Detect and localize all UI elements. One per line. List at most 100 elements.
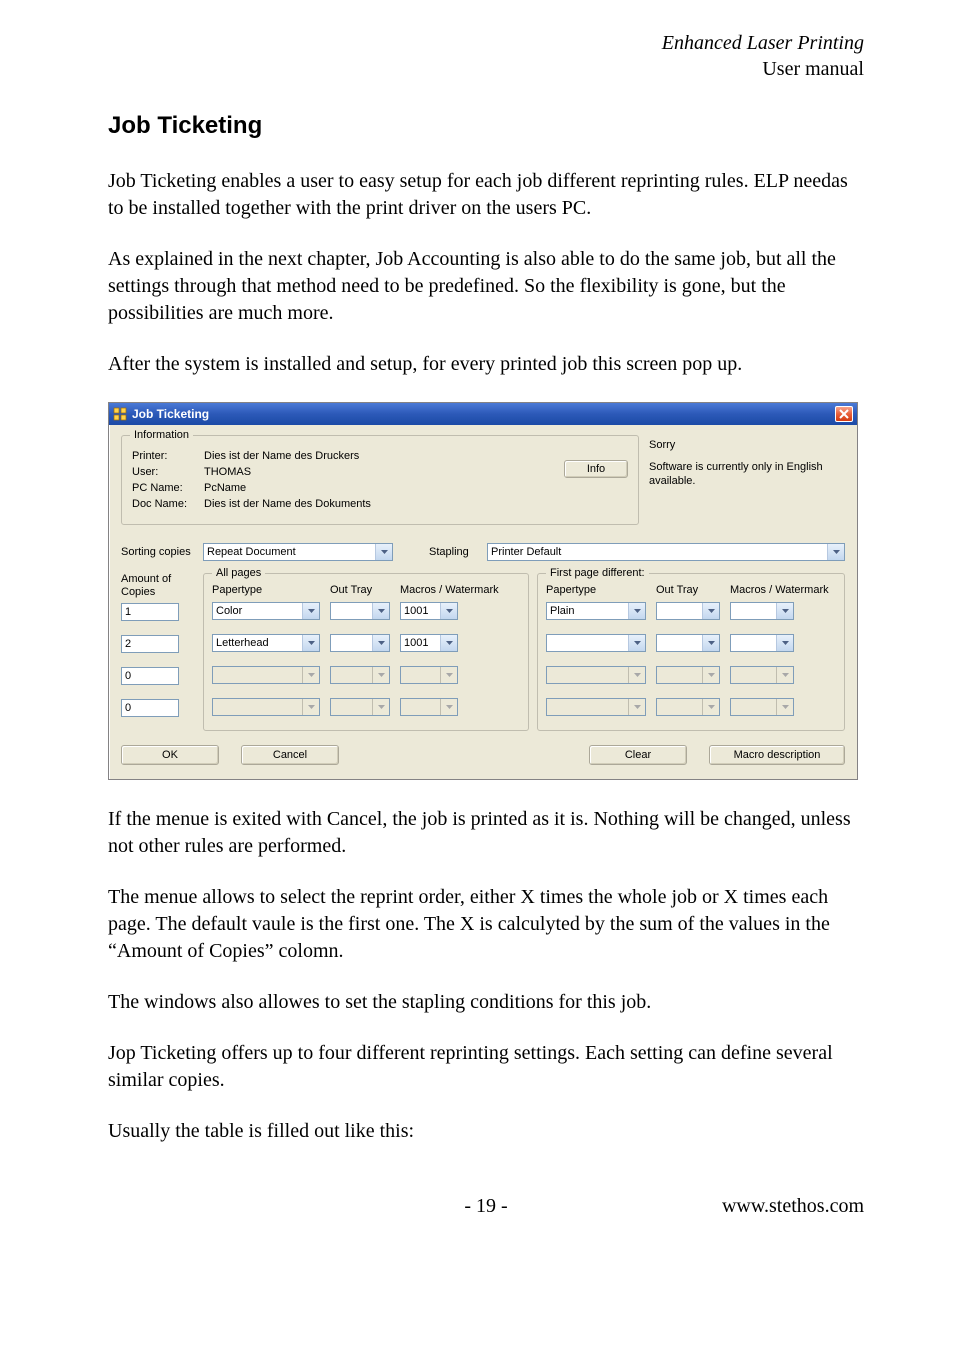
paragraph: Job Ticketing enables a user to easy set…: [108, 168, 864, 222]
info-button[interactable]: Info: [564, 460, 628, 478]
table-row: [212, 698, 520, 716]
document-header: Enhanced Laser Printing User manual: [108, 30, 864, 82]
papertype-select[interactable]: Color: [212, 602, 320, 620]
notice-line: Software is currently only in English av…: [649, 461, 845, 489]
papertype-select: [546, 666, 646, 684]
chevron-down-icon: [372, 667, 389, 683]
paragraph: If the menue is exited with Cancel, the …: [108, 806, 864, 860]
header-outtray: Out Tray: [656, 584, 720, 596]
macros-select[interactable]: [730, 602, 794, 620]
ok-button[interactable]: OK: [121, 745, 219, 765]
papertype-select[interactable]: Letterhead: [212, 634, 320, 652]
table-row: [546, 666, 836, 684]
sorting-copies-select[interactable]: Repeat Document: [203, 543, 393, 561]
chevron-down-icon: [372, 635, 389, 651]
close-icon: [839, 409, 849, 419]
info-row: PC Name: PcName: [132, 482, 628, 494]
info-value-pcname: PcName: [204, 482, 628, 494]
chevron-down-icon: [776, 635, 793, 651]
info-row: User: THOMAS: [132, 466, 628, 478]
table-row: [212, 666, 520, 684]
outtray-select: [656, 698, 720, 716]
chevron-down-icon: [372, 603, 389, 619]
paragraph: Jop Ticketing offers up to four differen…: [108, 1040, 864, 1094]
outtray-select[interactable]: [330, 602, 390, 620]
chevron-down-icon: [827, 544, 844, 560]
paragraph: The windows also allowes to set the stap…: [108, 989, 864, 1016]
amount-input-1[interactable]: 1: [121, 603, 179, 621]
sorting-copies-label: Sorting copies: [121, 546, 195, 558]
papertype-select[interactable]: Plain: [546, 602, 646, 620]
info-label-user: User:: [132, 466, 198, 478]
info-label-docname: Doc Name:: [132, 498, 198, 510]
information-group: Information Printer: Dies ist der Name d…: [121, 435, 639, 525]
macros-select: [400, 698, 458, 716]
paragraph: The menue allows to select the reprint o…: [108, 884, 864, 965]
amount-input-2[interactable]: 2: [121, 635, 179, 653]
papertype-select[interactable]: [546, 634, 646, 652]
papertype-select: [546, 698, 646, 716]
stapling-label: Stapling: [429, 546, 479, 558]
macros-select[interactable]: 1001: [400, 602, 458, 620]
chevron-down-icon: [628, 603, 645, 619]
app-icon: [112, 406, 128, 422]
amount-input-3[interactable]: 0: [121, 667, 179, 685]
cancel-button[interactable]: Cancel: [241, 745, 339, 765]
close-button[interactable]: [835, 406, 853, 422]
outtray-select: [656, 666, 720, 684]
chevron-down-icon: [302, 635, 319, 651]
macros-select: [400, 666, 458, 684]
titlebar[interactable]: Job Ticketing: [109, 403, 857, 425]
header-macros: Macros / Watermark: [400, 584, 520, 596]
stapling-select[interactable]: Printer Default: [487, 543, 845, 561]
chevron-down-icon: [440, 635, 457, 651]
chevron-down-icon: [776, 667, 793, 683]
info-label-pcname: PC Name:: [132, 482, 198, 494]
table-row: [546, 698, 836, 716]
header-papertype: Papertype: [546, 584, 646, 596]
outtray-select: [330, 666, 390, 684]
paragraph: Usually the table is filled out like thi…: [108, 1118, 864, 1145]
amount-of-copies-header: Amount of Copies: [121, 573, 195, 603]
macros-select[interactable]: [730, 634, 794, 652]
notice-line: Sorry: [649, 439, 845, 453]
macro-description-button[interactable]: Macro description: [709, 745, 845, 765]
outtray-select[interactable]: [656, 634, 720, 652]
macros-select[interactable]: 1001: [400, 634, 458, 652]
header-outtray: Out Tray: [330, 584, 390, 596]
information-legend: Information: [130, 429, 193, 441]
chevron-down-icon: [302, 667, 319, 683]
papertype-select: [212, 698, 320, 716]
chevron-down-icon: [440, 667, 457, 683]
footer-site: www.stethos.com: [722, 1195, 864, 1217]
chevron-down-icon: [372, 699, 389, 715]
outtray-select[interactable]: [330, 634, 390, 652]
stapling-value: Printer Default: [488, 546, 827, 558]
chevron-down-icon: [702, 667, 719, 683]
header-title: Enhanced Laser Printing: [108, 30, 864, 56]
chevron-down-icon: [375, 544, 392, 560]
chevron-down-icon: [628, 635, 645, 651]
titlebar-title: Job Ticketing: [132, 407, 209, 421]
info-label-printer: Printer:: [132, 450, 198, 462]
clear-button[interactable]: Clear: [589, 745, 687, 765]
outtray-select[interactable]: [656, 602, 720, 620]
chevron-down-icon: [776, 603, 793, 619]
chevron-down-icon: [628, 667, 645, 683]
amount-input-4[interactable]: 0: [121, 699, 179, 717]
header-subtitle: User manual: [108, 56, 864, 82]
language-notice: Sorry Software is currently only in Engl…: [649, 435, 845, 525]
macros-select: [730, 698, 794, 716]
sorting-copies-value: Repeat Document: [204, 546, 375, 558]
paragraph: After the system is installed and setup,…: [108, 351, 864, 378]
chevron-down-icon: [702, 635, 719, 651]
info-value-docname: Dies ist der Name des Dokuments: [204, 498, 628, 510]
first-page-legend: First page different:: [546, 567, 649, 579]
info-row: Doc Name: Dies ist der Name des Dokument…: [132, 498, 628, 510]
page-number: - 19 -: [464, 1195, 507, 1218]
outtray-select: [330, 698, 390, 716]
papertype-select: [212, 666, 320, 684]
chevron-down-icon: [776, 699, 793, 715]
chevron-down-icon: [702, 699, 719, 715]
chevron-down-icon: [440, 699, 457, 715]
